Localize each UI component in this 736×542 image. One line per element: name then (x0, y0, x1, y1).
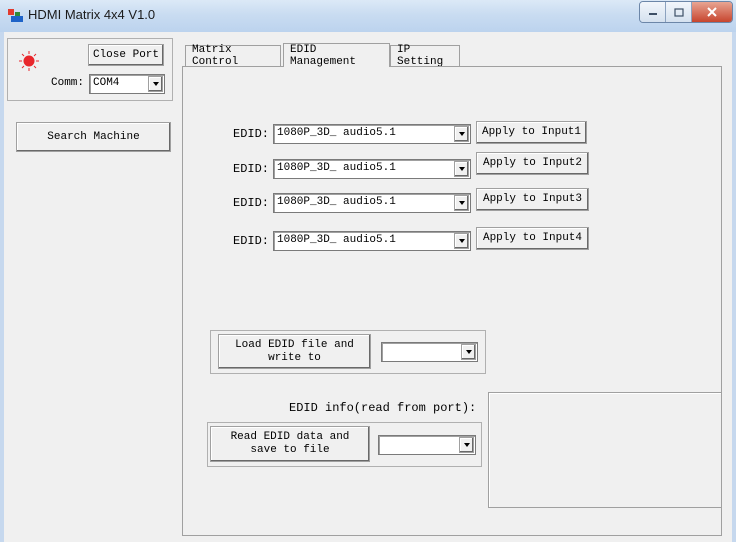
minimize-button[interactable] (640, 2, 666, 22)
chevron-down-icon (152, 82, 159, 86)
window-controls (639, 1, 733, 23)
tab-matrix-control[interactable]: Matrix Control (185, 44, 281, 68)
maximize-button[interactable] (666, 2, 692, 22)
edid-select-3[interactable]: 1080P_3D_ audio5.1 (273, 193, 471, 213)
chevron-down-icon (458, 167, 465, 171)
comm-label: Comm: (51, 77, 85, 89)
edid-dropdown-button[interactable] (454, 195, 469, 211)
comm-port-select[interactable]: COM4 (89, 74, 165, 94)
tab-ip-setting[interactable]: IP Setting (390, 44, 460, 68)
edid-label: EDID: (233, 196, 270, 210)
close-icon (707, 7, 717, 17)
edid-info-label: EDID info(read from port): (289, 401, 477, 415)
window-border-right (732, 32, 736, 542)
app-window: HDMI Matrix 4x4 V1.0 Close Port Comm: CO… (0, 0, 736, 542)
apply-input1-button[interactable]: Apply to Input1 (476, 121, 587, 144)
search-machine-button[interactable]: Search Machine (16, 122, 171, 152)
read-edid-dropdown-button[interactable] (459, 437, 474, 453)
chevron-down-icon (458, 239, 465, 243)
connection-status-icon (19, 51, 39, 71)
apply-input2-button[interactable]: Apply to Input2 (476, 152, 589, 175)
chevron-down-icon (463, 443, 470, 447)
title-bar: HDMI Matrix 4x4 V1.0 (0, 0, 736, 32)
close-port-button[interactable]: Close Port (88, 44, 164, 66)
read-edid-port-select[interactable] (378, 435, 476, 455)
edid-select-2[interactable]: 1080P_3D_ audio5.1 (273, 159, 471, 179)
comm-dropdown-button[interactable] (148, 76, 163, 92)
close-window-button[interactable] (692, 2, 732, 22)
edid-dropdown-button[interactable] (454, 233, 469, 249)
maximize-icon (673, 7, 684, 17)
edid-info-box (488, 392, 722, 508)
chevron-down-icon (458, 201, 465, 205)
load-edid-dropdown-button[interactable] (461, 344, 476, 360)
apply-input3-button[interactable]: Apply to Input3 (476, 188, 589, 211)
app-icon (8, 9, 24, 23)
window-border-left (0, 32, 4, 542)
edid-label: EDID: (233, 234, 270, 248)
load-edid-target-select[interactable] (381, 342, 478, 362)
edid-label: EDID: (233, 127, 270, 141)
apply-input4-button[interactable]: Apply to Input4 (476, 227, 589, 250)
window-title: HDMI Matrix 4x4 V1.0 (28, 7, 156, 22)
tab-edid-management[interactable]: EDID Management (283, 43, 390, 68)
edid-select-1[interactable]: 1080P_3D_ audio5.1 (273, 124, 471, 144)
edid-label: EDID: (233, 162, 270, 176)
read-edid-button[interactable]: Read EDID data and save to file (210, 426, 370, 462)
minimize-icon (648, 13, 657, 15)
chevron-down-icon (465, 350, 472, 354)
edid-dropdown-button[interactable] (454, 161, 469, 177)
chevron-down-icon (458, 132, 465, 136)
edid-select-4[interactable]: 1080P_3D_ audio5.1 (273, 231, 471, 251)
load-edid-button[interactable]: Load EDID file and write to (218, 334, 371, 369)
edid-dropdown-button[interactable] (454, 126, 469, 142)
